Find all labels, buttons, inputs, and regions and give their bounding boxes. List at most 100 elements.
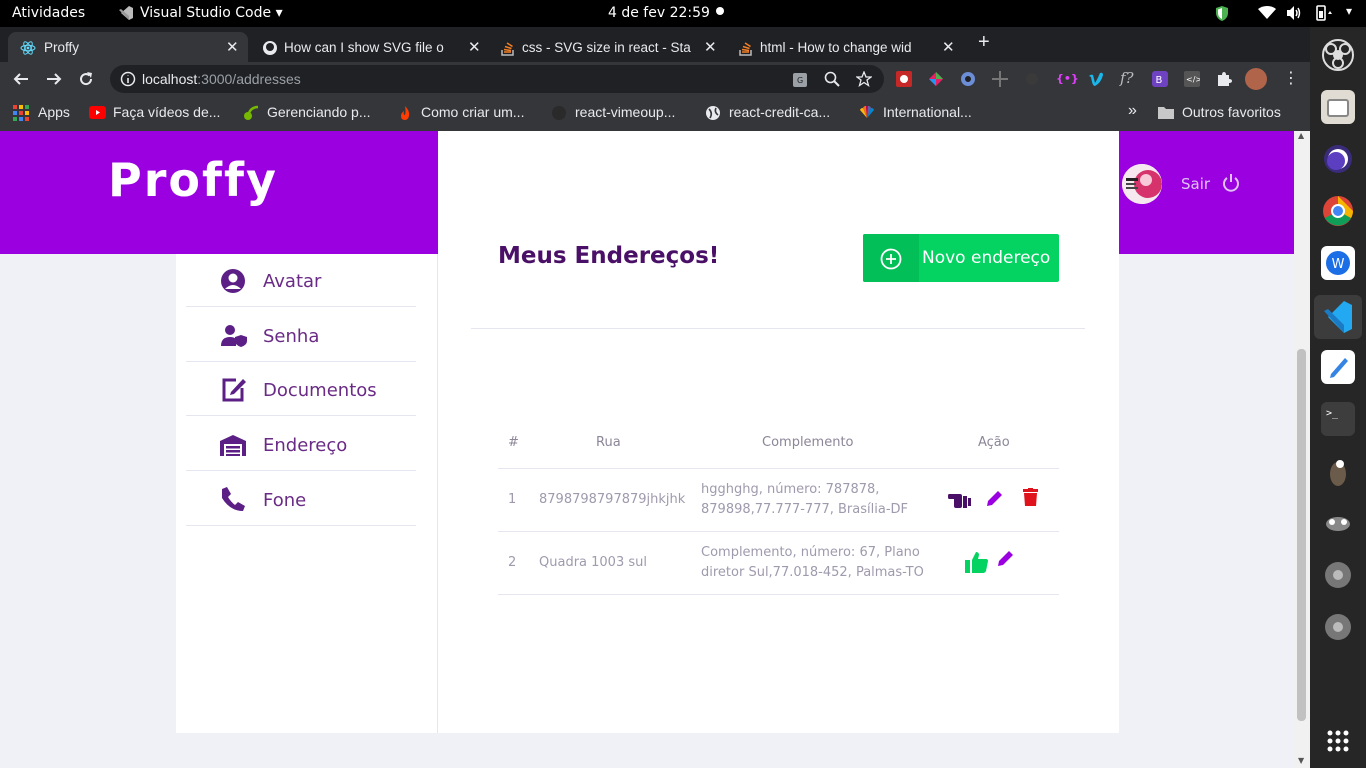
extensions-puzzle-icon[interactable] [1216, 71, 1232, 87]
code-extension-icon[interactable]: </> [1184, 71, 1200, 87]
other-favorites-folder[interactable]: Outros favoritos [1182, 104, 1281, 120]
close-tab-icon[interactable]: ✕ [942, 38, 955, 56]
hand-point-left-icon[interactable] [948, 490, 972, 508]
address-bar[interactable]: localhost:3000/addresses G [110, 65, 884, 93]
page-scrollbar[interactable]: ▲ ▼ [1294, 131, 1310, 768]
browser-window: Proffy ✕ How can I show SVG file o ✕ css… [0, 27, 1310, 131]
youtube-icon [89, 106, 106, 119]
shield-icon[interactable] [1214, 5, 1230, 22]
bootstrap-icon[interactable]: B [1152, 71, 1168, 87]
clock[interactable]: 4 de fev 22:59 [608, 5, 710, 21]
row-complemento-line1: Complemento, número: 67, Plano [701, 545, 920, 560]
text-editor-icon[interactable] [1321, 350, 1355, 384]
profile-avatar[interactable] [1245, 68, 1267, 90]
sidebar-item-label: Senha [263, 326, 320, 347]
show-applications-icon[interactable] [1321, 724, 1355, 758]
app-menu[interactable]: Visual Studio Code ▾ [140, 5, 283, 21]
trash-icon[interactable] [1023, 488, 1038, 506]
page-title: Meus Endereços! [498, 243, 720, 269]
wifi-icon[interactable] [1258, 6, 1276, 20]
bookmark-gerenciando[interactable]: Gerenciando p... [267, 104, 371, 120]
formula-icon[interactable]: f? [1120, 69, 1134, 87]
bookmark-international[interactable]: International... [883, 104, 972, 120]
user-avatar[interactable] [1122, 164, 1162, 204]
web-page: Proffy Sair Avatar Senha Documentos Ende… [0, 131, 1310, 768]
url-host: localhost [142, 71, 198, 87]
more-bookmarks-button[interactable]: » [1128, 102, 1137, 120]
row-rua: Quadra 1003 sul [539, 555, 647, 570]
sidebar-item-label: Fone [263, 490, 307, 511]
activities-button[interactable]: Atividades [12, 5, 85, 21]
scroll-up-icon[interactable]: ▲ [1298, 131, 1304, 140]
reload-icon[interactable] [78, 71, 94, 87]
power-icon[interactable] [1221, 173, 1241, 193]
tab-svg-question[interactable]: How can I show SVG file o ✕ [250, 32, 486, 62]
forward-icon[interactable] [46, 71, 62, 87]
tor-browser-icon[interactable] [1321, 142, 1355, 176]
back-icon[interactable] [13, 71, 29, 87]
wps-writer-icon[interactable]: W [1321, 246, 1355, 280]
tab-proffy[interactable]: Proffy ✕ [8, 32, 248, 62]
obs-icon[interactable] [1321, 38, 1355, 72]
row-complemento-line2: 879898,77.777-777, Brasília-DF [701, 502, 908, 517]
vscode-dock-icon[interactable] [1314, 295, 1362, 339]
terminal-icon[interactable]: >_ [1321, 402, 1355, 436]
divider [471, 328, 1085, 329]
row-rua: 8798798797879jhkjhk [539, 492, 686, 507]
github-bookmark-icon [552, 106, 566, 120]
gimp-icon[interactable] [1321, 454, 1355, 488]
vscode-icon [118, 5, 134, 23]
zoom-icon[interactable] [824, 71, 840, 87]
bookmark-star-icon[interactable] [856, 71, 872, 87]
close-tab-icon[interactable]: ✕ [226, 38, 239, 56]
disk-icon[interactable] [1321, 558, 1355, 592]
new-address-label: Novo endereço [922, 248, 1051, 268]
bookmark-youtube[interactable]: Faça vídeos de... [113, 104, 220, 120]
color-picker-icon[interactable] [928, 71, 944, 87]
disk-icon-2[interactable] [1321, 610, 1355, 644]
sidebar-item-senha[interactable]: Senha [186, 308, 416, 362]
edit-pencil-icon[interactable] [986, 489, 1004, 507]
move-extension-icon[interactable] [992, 71, 1008, 87]
sidebar-item-avatar[interactable]: Avatar [186, 254, 416, 307]
svg-text:</>: </> [1186, 75, 1200, 84]
new-address-button[interactable]: Novo endereço [863, 234, 1059, 282]
sidebar-item-documentos[interactable]: Documentos [186, 363, 416, 416]
proffy-logo[interactable]: Proffy [108, 153, 278, 207]
close-tab-icon[interactable]: ✕ [468, 38, 481, 56]
chrome-icon[interactable] [1321, 194, 1355, 228]
edit-pencil-icon[interactable] [997, 549, 1015, 567]
bookmark-como-criar[interactable]: Como criar um... [421, 104, 524, 120]
scrollbar-thumb[interactable] [1297, 349, 1306, 721]
scroll-down-icon[interactable]: ▼ [1298, 756, 1304, 765]
extension-red-icon[interactable] [896, 71, 912, 87]
system-menu-arrow-icon[interactable]: ▾ [1346, 4, 1352, 18]
vimeo-icon[interactable] [1088, 71, 1104, 87]
tab-css-svg[interactable]: css - SVG size in react - Sta ✕ [488, 32, 724, 62]
bookmark-apps[interactable]: Apps [38, 104, 70, 120]
translate-icon[interactable]: G [792, 72, 808, 88]
url-text: localhost:3000/addresses [142, 71, 301, 87]
tab-html-width[interactable]: html - How to change wid ✕ [726, 32, 962, 62]
power-menu-icon[interactable] [1314, 5, 1334, 21]
sidebar-item-endereco[interactable]: Endereço [186, 417, 416, 471]
react-devtools-icon[interactable]: {•} [1056, 72, 1079, 85]
svg-text:B: B [1156, 75, 1163, 86]
inkscape-icon[interactable] [1321, 506, 1355, 540]
info-icon[interactable] [120, 71, 136, 87]
main-content: Meus Endereços! Novo endereço # Rua Comp… [438, 131, 1119, 733]
volume-icon[interactable] [1286, 5, 1302, 21]
bookmark-react-credit[interactable]: react-credit-ca... [729, 104, 830, 120]
bookmark-react-vimeo[interactable]: react-vimeoup... [575, 104, 675, 120]
files-icon[interactable] [1321, 90, 1355, 124]
logout-label[interactable]: Sair [1181, 175, 1210, 193]
tab-title: Proffy [44, 40, 80, 55]
sidebar-item-fone[interactable]: Fone [186, 472, 416, 526]
user-circle-icon [221, 269, 245, 293]
browser-menu-icon[interactable]: ⋮ [1283, 68, 1299, 87]
dark-extension-icon[interactable] [1024, 71, 1040, 87]
thumbs-up-icon[interactable] [965, 551, 988, 573]
extension-circle-icon[interactable] [960, 71, 976, 87]
close-tab-icon[interactable]: ✕ [704, 38, 717, 56]
new-tab-button[interactable]: + [978, 31, 998, 61]
